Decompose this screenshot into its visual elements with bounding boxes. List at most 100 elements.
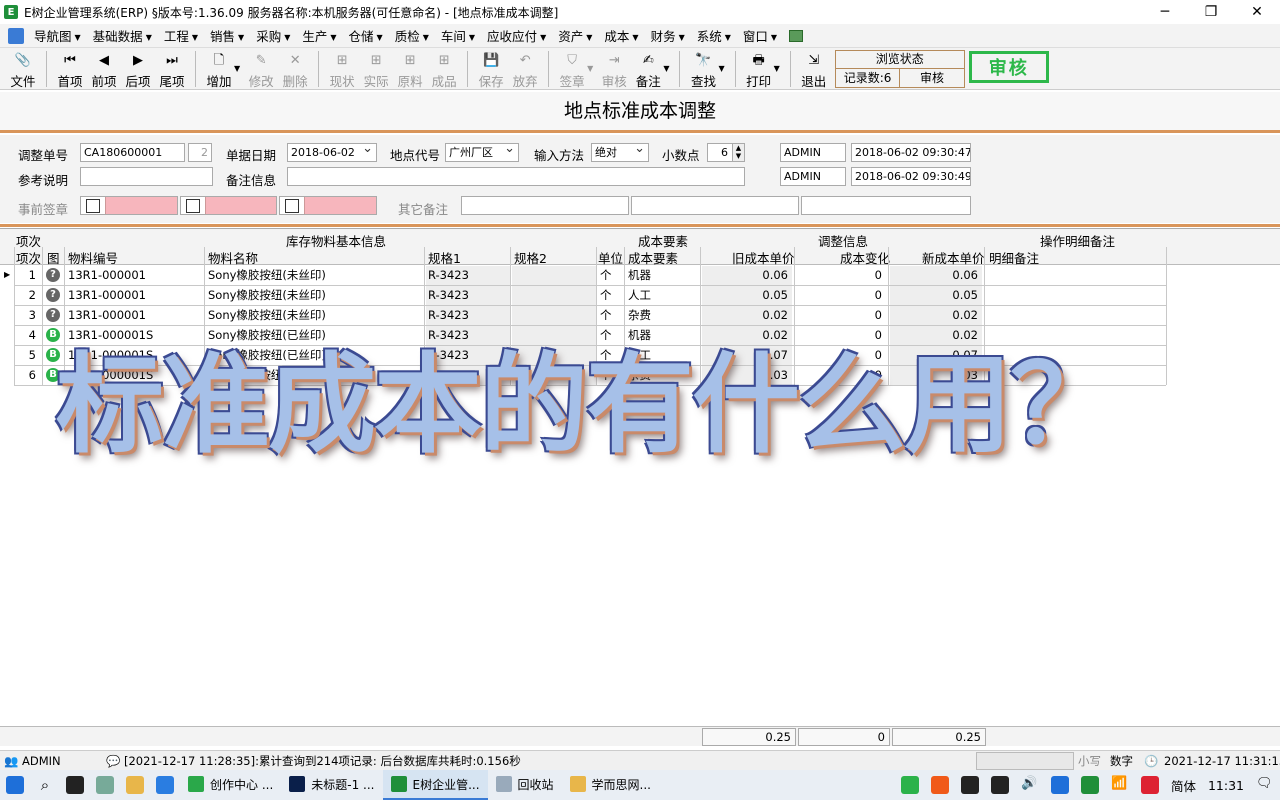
cell-seq[interactable]: 6	[14, 366, 40, 385]
menu-engineering[interactable]: 工程 ▼	[164, 26, 198, 45]
menu-workshop[interactable]: 车间 ▼	[441, 26, 475, 45]
wechat-icon[interactable]	[900, 776, 919, 794]
wifi-icon[interactable]: 📶	[1111, 776, 1129, 794]
pre-sign-field-2[interactable]	[205, 197, 276, 214]
decimals-stepper[interactable]: 6 ▲ ▼	[707, 143, 745, 162]
modify-button[interactable]: ✎ 修改	[244, 48, 278, 90]
erp-icon[interactable]	[1080, 776, 1099, 794]
cell-spec2[interactable]	[512, 286, 596, 305]
pre-sign-checkbox-3[interactable]	[285, 199, 299, 213]
other-remark-field-1[interactable]	[461, 196, 629, 215]
adjust-no-field[interactable]: CA180600001	[80, 143, 185, 162]
pre-sign-checkbox-2[interactable]	[186, 199, 200, 213]
find-button[interactable]: 🔭 查找	[686, 48, 720, 90]
volume-icon[interactable]: 🔊	[1021, 776, 1039, 794]
location-code-select[interactable]: 广州厂区	[445, 143, 519, 162]
cell-change[interactable]: 0	[796, 266, 886, 285]
col-icon[interactable]: 图	[47, 248, 60, 267]
taskbar-app-creator-center[interactable]: 创作中心 ...	[180, 770, 281, 800]
delete-button[interactable]: ✕ 删除	[278, 48, 312, 90]
ime-indicator[interactable]: 简体	[1171, 776, 1196, 795]
find-dropdown-icon[interactable]: ▼	[718, 64, 724, 73]
cell-seq[interactable]: 4	[14, 326, 40, 345]
other-remark-field-3[interactable]	[801, 196, 971, 215]
cell-unit[interactable]: 个	[598, 266, 624, 285]
col-cost-element[interactable]: 成本要素	[628, 248, 678, 267]
menu-window[interactable]: 窗口 ▼	[743, 26, 777, 45]
col-old-price[interactable]: 旧成本单价	[732, 248, 795, 267]
cell-spec1[interactable]: R-3423	[426, 266, 510, 285]
folder-icon[interactable]	[126, 776, 144, 794]
cell-cost-element[interactable]: 机器	[626, 266, 700, 285]
last-record-button[interactable]: ⏭ 尾项	[155, 48, 189, 90]
sign-dropdown-icon[interactable]: ▼	[587, 64, 593, 73]
next-record-button[interactable]: ▶ 后项	[121, 48, 155, 90]
cell-seq[interactable]: 5	[14, 346, 40, 365]
cell-change[interactable]: 0	[796, 286, 886, 305]
cell-new-price[interactable]: 0.05	[890, 286, 982, 305]
maximize-button[interactable]: ❐	[1188, 0, 1234, 24]
print-button[interactable]: 🖶 打印	[742, 48, 776, 90]
exit-button[interactable]: ⇲ 退出	[797, 48, 831, 90]
col-detail-remark[interactable]: 明细备注	[989, 248, 1039, 267]
col-item-no[interactable]: 物料编号	[68, 248, 118, 267]
col-spec1[interactable]: 规格1	[428, 248, 461, 267]
save-button[interactable]: 💾 保存	[474, 48, 508, 90]
pre-sign-checkbox-1[interactable]	[86, 199, 100, 213]
menu-finance[interactable]: 财务 ▼	[651, 26, 685, 45]
pre-sign-field-1[interactable]	[105, 197, 177, 214]
menu-quality[interactable]: 质检 ▼	[395, 26, 429, 45]
qq-icon[interactable]	[990, 776, 1009, 794]
input-method-select[interactable]: 绝对	[591, 143, 649, 162]
col-change[interactable]: 成本变化	[840, 248, 890, 267]
menu-production[interactable]: 生产 ▼	[302, 26, 336, 45]
actual-button[interactable]: ⊞ 实际	[359, 48, 393, 90]
col-seq[interactable]: 项次	[16, 248, 41, 267]
minimize-button[interactable]: ─	[1142, 0, 1188, 24]
col-new-price[interactable]: 新成本单价	[922, 248, 985, 267]
menu-assets[interactable]: 资产 ▼	[558, 26, 592, 45]
prev-record-button[interactable]: ◀ 前项	[87, 48, 121, 90]
review-button[interactable]: ⇥ 审核	[597, 48, 631, 90]
sign-button[interactable]: ⛉ 签章	[555, 48, 589, 90]
first-record-button[interactable]: ⏮ 首项	[53, 48, 87, 90]
menu-system[interactable]: 系统 ▼	[697, 26, 731, 45]
qq-icon[interactable]	[960, 776, 979, 794]
qq-icon[interactable]	[66, 776, 84, 794]
ref-desc-field[interactable]	[80, 167, 213, 186]
taskbar-app-photoshop[interactable]: 未标题-1 ...	[281, 770, 382, 800]
notification-icon[interactable]: 🗨	[1256, 776, 1274, 794]
file-button[interactable]: 📎 文件	[6, 48, 40, 90]
cell-seq[interactable]: 1	[14, 266, 40, 285]
note-dropdown-icon[interactable]: ▼	[663, 64, 669, 73]
taskbar-app-recycle-bin[interactable]: 回收站	[488, 770, 562, 800]
print-dropdown-icon[interactable]: ▼	[774, 64, 780, 73]
app-icon[interactable]	[1140, 776, 1159, 794]
windows-start-icon[interactable]	[6, 776, 24, 794]
menu-ar-ap[interactable]: 应收应付 ▼	[487, 26, 546, 45]
cell-spec2[interactable]	[512, 266, 596, 285]
menu-purchase[interactable]: 采购 ▼	[256, 26, 290, 45]
menu-basic-data[interactable]: 基础数据 ▼	[93, 26, 152, 45]
menu-warehouse[interactable]: 仓储 ▼	[349, 26, 383, 45]
taskbar-app-erp[interactable]: E树企业管...	[382, 770, 488, 800]
system-menu-icon[interactable]	[8, 27, 24, 44]
col-item-name[interactable]: 物料名称	[208, 248, 258, 267]
cell-unit[interactable]: 个	[598, 286, 624, 305]
menu-navigation[interactable]: 导航图 ▼	[34, 26, 81, 45]
cell-old-price[interactable]: 0.05	[702, 286, 792, 305]
search-icon[interactable]: ⌕	[36, 776, 54, 794]
current-status-button[interactable]: ⊞ 现状	[325, 48, 359, 90]
cell-new-price[interactable]: 0.06	[890, 266, 982, 285]
cell-seq[interactable]: 2	[14, 286, 40, 305]
stepper-arrows-icon[interactable]: ▲ ▼	[732, 144, 744, 161]
menu-cost[interactable]: 成本 ▼	[604, 26, 638, 45]
app-icon[interactable]	[156, 776, 174, 794]
remark-field[interactable]	[287, 167, 745, 186]
app-icon[interactable]	[1050, 776, 1069, 794]
product-button[interactable]: ⊞ 成品	[427, 48, 461, 90]
cell-item-no[interactable]: 13R1-000001	[66, 286, 204, 305]
other-remark-field-2[interactable]	[631, 196, 799, 215]
col-unit[interactable]: 单位	[598, 248, 623, 267]
cell-item-name[interactable]: Sony橡胶按纽(未丝印)	[206, 286, 424, 305]
